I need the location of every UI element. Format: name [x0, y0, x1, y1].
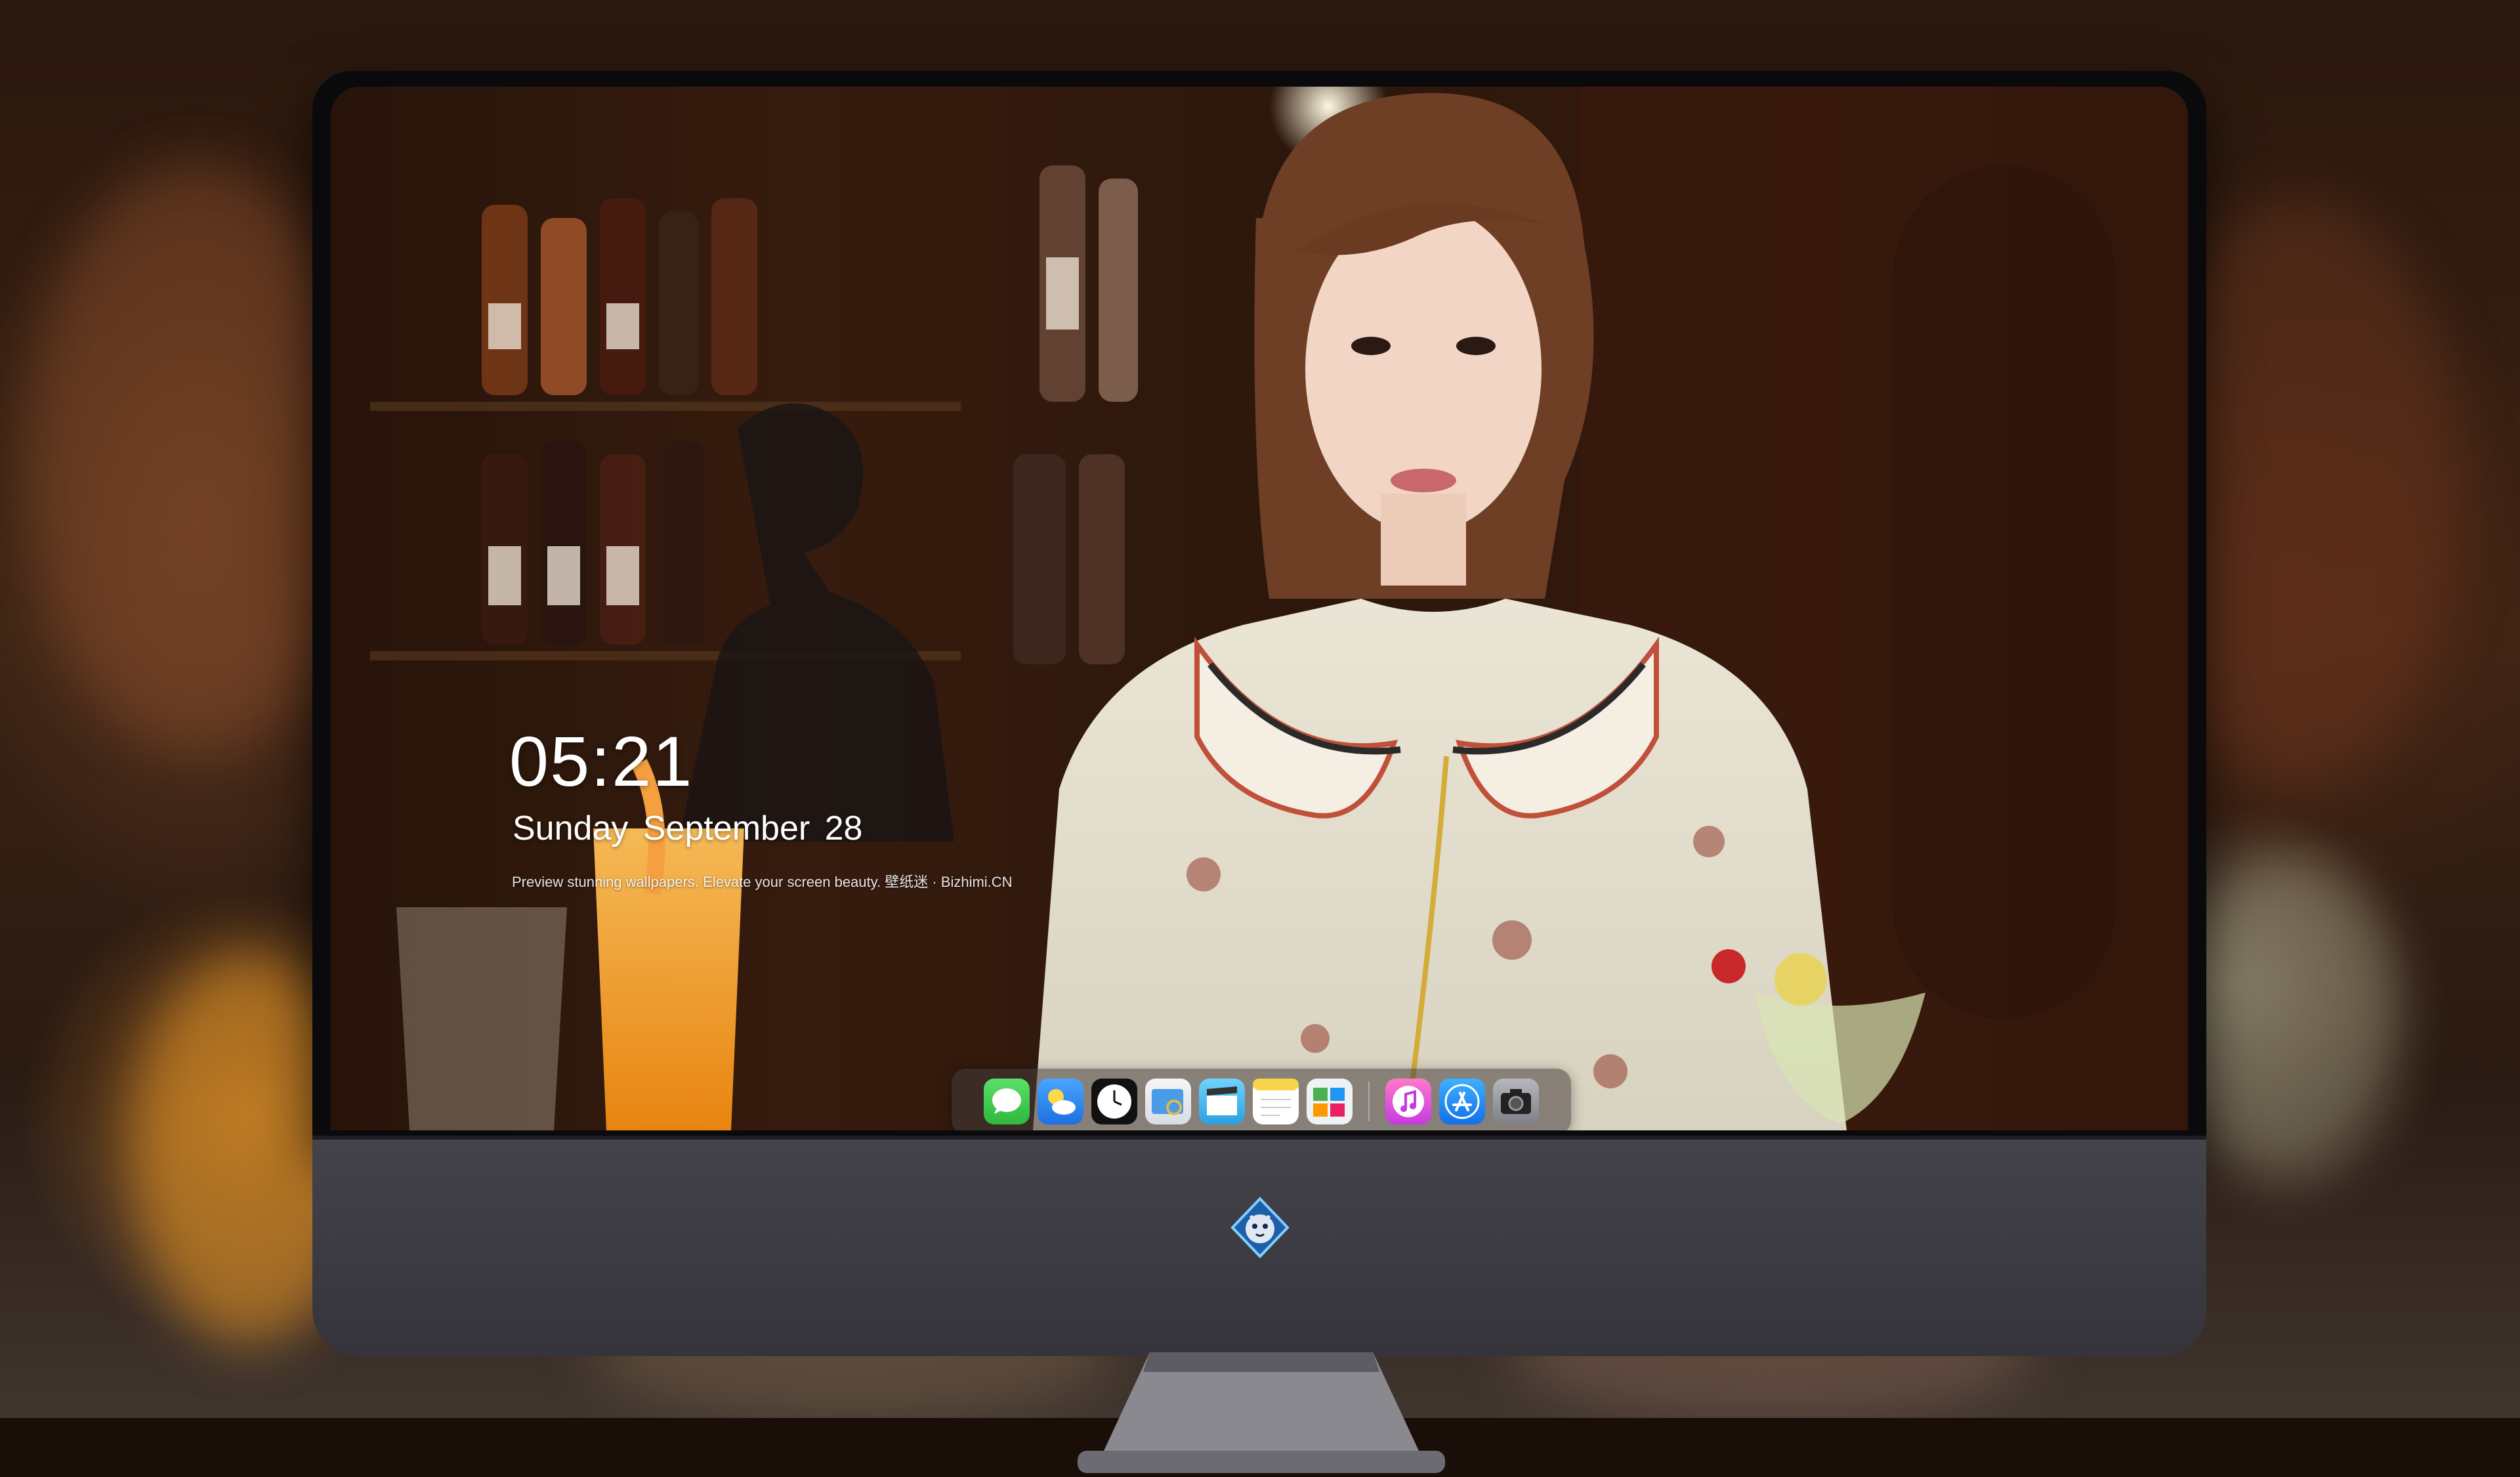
monitor-chin: [312, 1136, 2206, 1356]
photos-gallery-icon[interactable]: [1307, 1079, 1353, 1124]
notes-icon[interactable]: [1253, 1079, 1299, 1124]
camera-icon[interactable]: [1493, 1079, 1539, 1124]
lock-screen-time: 05:21: [509, 721, 694, 801]
lock-screen-date: Sunday September 28: [513, 809, 863, 847]
messages-icon[interactable]: [984, 1079, 1030, 1124]
app-store-icon[interactable]: [1439, 1079, 1485, 1124]
dragon-badge-logo: [1230, 1197, 1290, 1258]
weather-icon[interactable]: [1038, 1079, 1083, 1124]
screen: 05:21 Sunday September 28 Preview stunni…: [331, 87, 2188, 1130]
preview-icon[interactable]: [1145, 1079, 1191, 1124]
dock: [952, 1069, 1571, 1130]
wallpaper-tagline: Preview stunning wallpapers. Elevate you…: [512, 874, 1013, 890]
monitor-bezel: 05:21 Sunday September 28 Preview stunni…: [312, 71, 2206, 1146]
monitor: 05:21 Sunday September 28 Preview stunni…: [312, 71, 2206, 1473]
wallpaper: [331, 87, 2188, 1130]
clips-icon[interactable]: [1199, 1079, 1245, 1124]
monitor-stand: [1078, 1352, 1445, 1473]
music-icon[interactable]: [1385, 1079, 1431, 1124]
dock-separator: [1368, 1082, 1370, 1121]
clock-icon[interactable]: [1091, 1079, 1137, 1124]
